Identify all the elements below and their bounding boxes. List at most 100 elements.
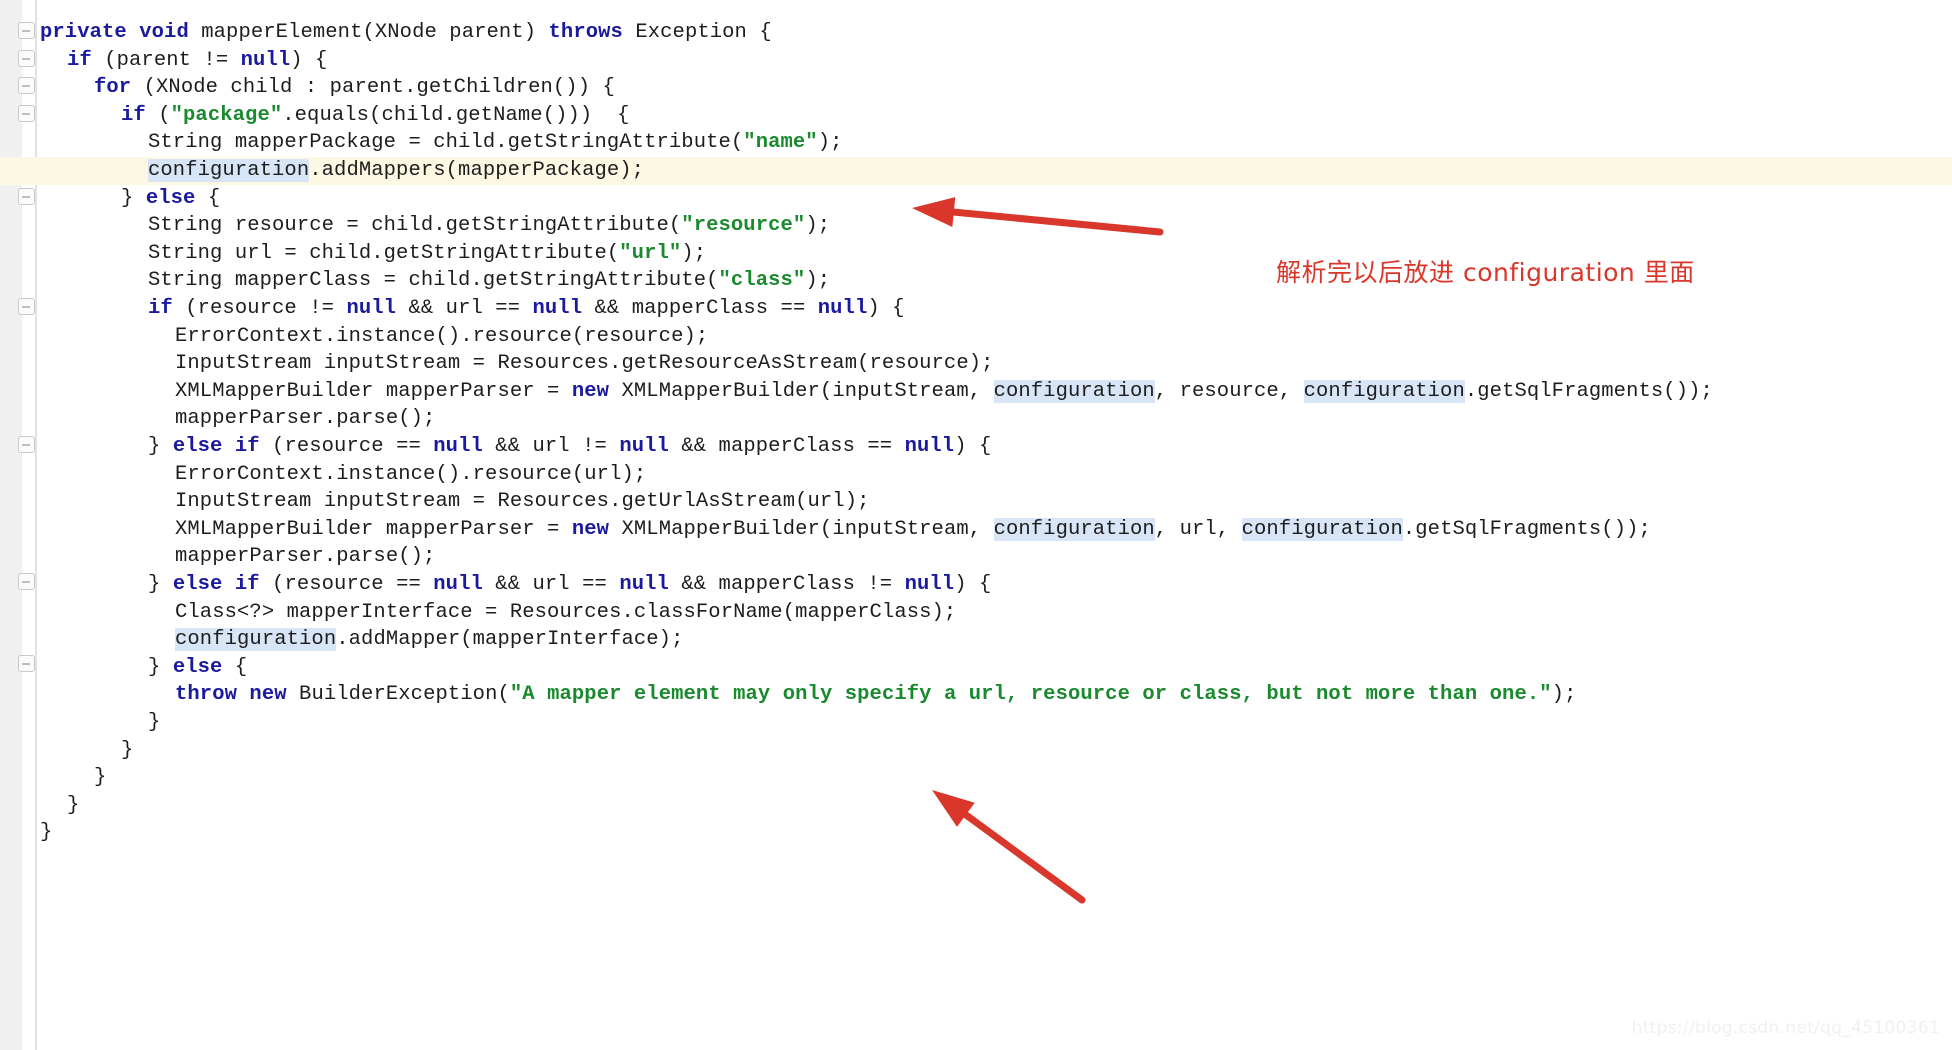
code-token: } bbox=[121, 186, 146, 210]
code-token: } bbox=[148, 711, 161, 734]
code-line-text: InputStream inputStream = Resources.getU… bbox=[0, 488, 870, 516]
code-line[interactable]: if ("package".equals(child.getName())) { bbox=[0, 102, 1952, 130]
fold-minus-icon[interactable] bbox=[18, 22, 35, 39]
string-literal-token: "A mapper element may only specify a url… bbox=[509, 683, 1552, 707]
code-token: ) { bbox=[867, 297, 905, 320]
code-line[interactable]: } bbox=[0, 764, 1952, 792]
keyword-token: else bbox=[172, 435, 223, 458]
code-line[interactable]: InputStream inputStream = Resources.getR… bbox=[0, 350, 1952, 378]
code-line-text: } bbox=[0, 737, 133, 765]
code-token: } bbox=[67, 793, 80, 817]
string-literal-token: "url" bbox=[619, 241, 682, 265]
code-token: mapperParser.parse(); bbox=[175, 407, 436, 431]
code-line-text: if (parent != null) { bbox=[0, 47, 327, 75]
code-line-text: } bbox=[0, 792, 79, 820]
code-line[interactable]: } else if (resource == null && url != nu… bbox=[0, 433, 1952, 461]
keyword-token: if bbox=[234, 435, 260, 458]
code-line-text: String resource = child.getStringAttribu… bbox=[0, 212, 830, 240]
code-token: .equals(child.getName())) { bbox=[282, 103, 630, 127]
code-token: .getSqlFragments()); bbox=[1464, 379, 1713, 403]
code-token: (parent != bbox=[91, 48, 241, 72]
fold-minus-icon[interactable] bbox=[18, 77, 35, 94]
code-line-text: String url = child.getStringAttribute("u… bbox=[0, 240, 706, 268]
keyword-token: null bbox=[240, 48, 291, 72]
code-token: ) { bbox=[954, 573, 992, 596]
code-line-text: mapperParser.parse(); bbox=[0, 543, 435, 571]
fold-minus-icon[interactable] bbox=[18, 50, 35, 67]
keyword-token: new bbox=[249, 683, 287, 707]
code-token: String mapperPackage = child.getStringAt… bbox=[148, 131, 744, 155]
code-line[interactable]: String resource = child.getStringAttribu… bbox=[0, 212, 1952, 240]
code-line[interactable]: } else { bbox=[0, 654, 1952, 682]
fold-minus-icon[interactable] bbox=[18, 436, 35, 453]
keyword-token: new bbox=[571, 379, 610, 403]
code-line-text: String mapperPackage = child.getStringAt… bbox=[0, 129, 843, 157]
keyword-token: null bbox=[346, 297, 397, 320]
string-literal-token: "resource" bbox=[681, 214, 806, 238]
fold-minus-icon[interactable] bbox=[18, 105, 35, 122]
code-line[interactable]: mapperParser.parse(); bbox=[0, 405, 1952, 433]
code-line[interactable]: } bbox=[0, 737, 1952, 765]
code-token: XMLMapperBuilder(inputStream, bbox=[609, 379, 994, 403]
code-line[interactable]: if (parent != null) { bbox=[0, 47, 1952, 75]
code-token: ) { bbox=[290, 48, 328, 72]
keyword-token: private bbox=[40, 21, 127, 44]
code-token: ); bbox=[805, 214, 831, 238]
string-literal-token: "package" bbox=[170, 103, 283, 127]
code-token: , url, bbox=[1154, 517, 1242, 541]
annotation-caption: 解析完以后放进 configuration 里面 bbox=[1276, 258, 1695, 287]
code-token: ) { bbox=[954, 435, 992, 458]
code-content-area[interactable]: private void mapperElement(XNode parent)… bbox=[0, 0, 1952, 1050]
code-token: { bbox=[195, 186, 221, 210]
code-token: mapperParser.parse(); bbox=[175, 545, 436, 569]
code-line[interactable]: configuration.addMapper(mapperInterface)… bbox=[0, 626, 1952, 654]
code-token: Class<?> mapperInterface = Resources.cla… bbox=[175, 600, 957, 624]
code-line[interactable]: } bbox=[0, 792, 1952, 820]
code-line[interactable]: } bbox=[0, 819, 1952, 847]
code-line[interactable]: if (resource != null && url == null && m… bbox=[0, 295, 1952, 323]
code-line-current[interactable]: configuration.addMappers(mapperPackage); bbox=[0, 157, 1952, 185]
string-literal-token: "class" bbox=[718, 269, 806, 293]
code-line-text: XMLMapperBuilder mapperParser = new XMLM… bbox=[0, 378, 1713, 406]
code-token: } bbox=[148, 655, 173, 679]
code-line[interactable]: } else { bbox=[0, 185, 1952, 213]
code-line[interactable]: XMLMapperBuilder mapperParser = new XMLM… bbox=[0, 516, 1952, 544]
fold-minus-icon[interactable] bbox=[18, 573, 35, 590]
code-line[interactable]: String mapperPackage = child.getStringAt… bbox=[0, 129, 1952, 157]
code-token: mapperElement(XNode parent) bbox=[188, 21, 549, 44]
code-line[interactable]: for (XNode child : parent.getChildren())… bbox=[0, 74, 1952, 102]
fold-minus-icon[interactable] bbox=[18, 655, 35, 672]
code-line[interactable]: } bbox=[0, 709, 1952, 737]
code-token: Exception { bbox=[622, 21, 772, 44]
code-line[interactable]: mapperParser.parse(); bbox=[0, 543, 1952, 571]
fold-minus-icon[interactable] bbox=[18, 298, 35, 315]
code-token: ErrorContext.instance().resource(resourc… bbox=[175, 324, 709, 348]
code-line[interactable]: private void mapperElement(XNode parent)… bbox=[0, 19, 1952, 47]
fold-minus-icon[interactable] bbox=[18, 188, 35, 205]
code-token: (resource != bbox=[172, 297, 347, 320]
keyword-token: if bbox=[148, 297, 173, 320]
code-token: && mapperClass != bbox=[668, 573, 905, 596]
code-line[interactable]: throw new BuilderException("A mapper ele… bbox=[0, 681, 1952, 709]
code-token: { bbox=[222, 655, 248, 679]
code-token: XMLMapperBuilder(inputStream, bbox=[609, 517, 994, 541]
code-token: && url != bbox=[482, 435, 620, 458]
code-line[interactable]: ErrorContext.instance().resource(url); bbox=[0, 461, 1952, 489]
code-line[interactable]: XMLMapperBuilder mapperParser = new XMLM… bbox=[0, 378, 1952, 406]
code-token: } bbox=[148, 573, 173, 596]
code-line[interactable]: } else if (resource == null && url == nu… bbox=[0, 571, 1952, 599]
code-line[interactable]: Class<?> mapperInterface = Resources.cla… bbox=[0, 599, 1952, 627]
code-line[interactable]: InputStream inputStream = Resources.getU… bbox=[0, 488, 1952, 516]
code-line-text: for (XNode child : parent.getChildren())… bbox=[0, 74, 615, 102]
code-token: && url == bbox=[396, 297, 533, 320]
highlighted-identifier-token: configuration bbox=[993, 379, 1155, 403]
code-token: && mapperClass == bbox=[668, 435, 905, 458]
keyword-token: throws bbox=[548, 21, 623, 44]
code-line-text: String mapperClass = child.getStringAttr… bbox=[0, 267, 830, 295]
code-token: ); bbox=[805, 269, 831, 293]
code-line-text: } bbox=[0, 819, 52, 847]
highlighted-identifier-token: configuration bbox=[175, 628, 337, 652]
code-line[interactable]: ErrorContext.instance().resource(resourc… bbox=[0, 323, 1952, 351]
